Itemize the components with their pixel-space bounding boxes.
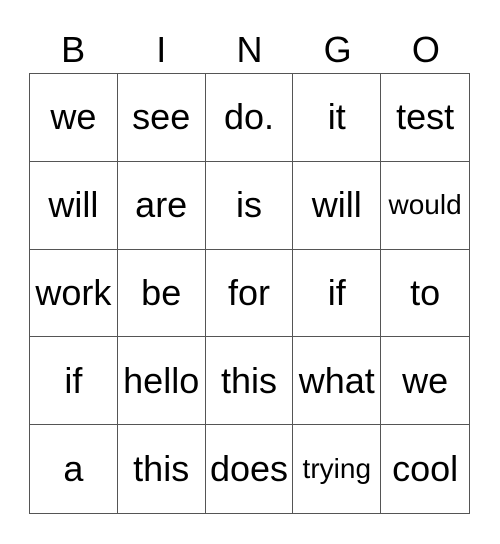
- bingo-cell[interactable]: is: [205, 161, 294, 250]
- header-letter-i: I: [156, 29, 167, 70]
- bingo-cell[interactable]: if: [293, 249, 382, 338]
- bingo-cell[interactable]: if: [30, 337, 118, 426]
- bingo-cell[interactable]: what: [293, 337, 382, 426]
- bingo-cell[interactable]: will: [30, 161, 118, 250]
- bingo-grid: we see do. it test will are is will woul…: [29, 73, 470, 514]
- bingo-cell[interactable]: it: [293, 74, 382, 162]
- header-letter-g: G: [323, 29, 352, 70]
- bingo-cell[interactable]: does: [206, 425, 294, 513]
- bingo-cell[interactable]: a: [30, 425, 118, 513]
- bingo-cell[interactable]: test: [381, 74, 469, 162]
- bingo-cell[interactable]: do.: [205, 74, 294, 162]
- bingo-cell[interactable]: for: [205, 249, 294, 338]
- header-letter-n: N: [236, 29, 263, 70]
- bingo-cell[interactable]: work: [30, 249, 118, 338]
- bingo-cell[interactable]: to: [381, 250, 469, 338]
- bingo-cell[interactable]: be: [117, 249, 206, 338]
- bingo-cell[interactable]: hello: [117, 337, 206, 426]
- bingo-cell[interactable]: we: [381, 337, 469, 426]
- bingo-cell[interactable]: cool: [381, 425, 469, 513]
- bingo-cell[interactable]: will: [293, 161, 382, 250]
- bingo-cell[interactable]: trying: [293, 425, 382, 513]
- bingo-cell[interactable]: would: [381, 162, 469, 250]
- header-letter-o: O: [411, 29, 440, 70]
- bingo-cell[interactable]: we: [30, 74, 118, 162]
- bingo-cell[interactable]: this: [118, 425, 206, 513]
- bingo-header: B I N G O: [29, 28, 471, 72]
- bingo-cell[interactable]: see: [117, 74, 206, 162]
- header-letter-b: B: [61, 29, 86, 70]
- bingo-cell[interactable]: are: [117, 161, 206, 250]
- bingo-cell[interactable]: this: [205, 337, 294, 426]
